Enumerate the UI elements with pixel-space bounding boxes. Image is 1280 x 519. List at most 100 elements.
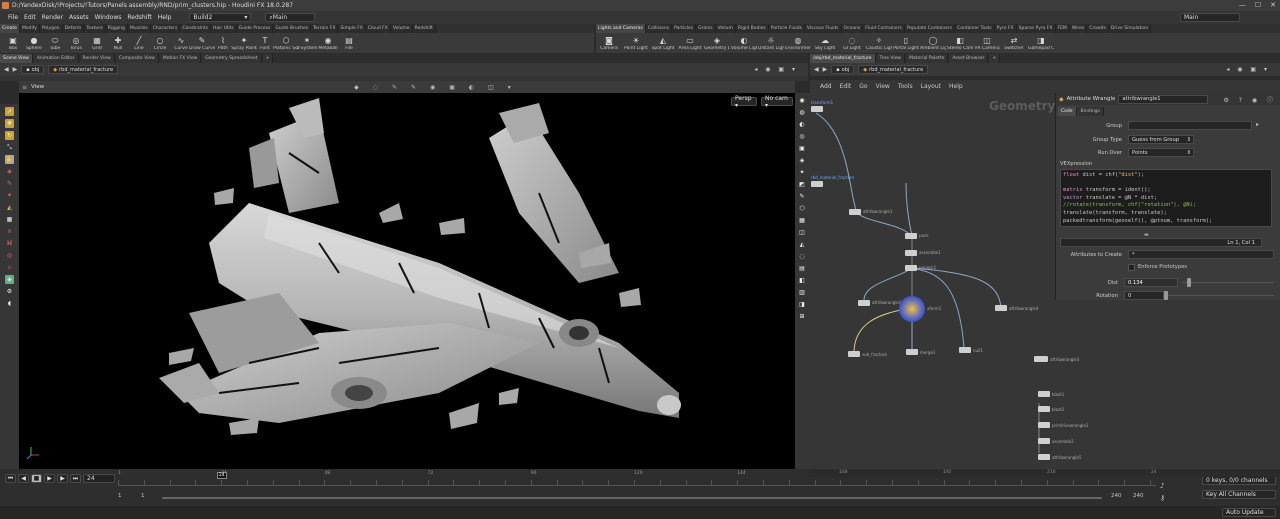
tool-right-button-13[interactable]: ◧Stereo Camera xyxy=(947,36,973,51)
shelf-tab-right-12[interactable]: Pyro FX xyxy=(994,24,1017,33)
tool-right-button-2[interactable]: ◭ Spot Light xyxy=(652,36,675,51)
shelf-tab-left-3[interactable]: Deform xyxy=(62,24,85,33)
net-menu-0[interactable]: Add xyxy=(820,83,832,90)
node-attribwrangle1[interactable] xyxy=(849,209,861,215)
shelf-tab-left-13[interactable]: Simple FX xyxy=(338,24,366,33)
dist-slider-handle[interactable] xyxy=(1187,278,1192,287)
current-frame-field[interactable]: 24 xyxy=(83,474,115,483)
snap-icon[interactable]: ✦ xyxy=(5,191,14,200)
tab-code[interactable]: Code xyxy=(1058,107,1077,116)
shelf-tab-right-10[interactable]: Populate Containers xyxy=(904,24,956,33)
tool-right-button-4[interactable]: ◈Geometry Light xyxy=(704,36,730,51)
shelf-tab-left-2[interactable]: Polygon xyxy=(39,24,63,33)
end-frame-2[interactable]: 240 xyxy=(1133,493,1144,499)
pane-controls-icon[interactable]: ◂ ◉ ▣ ▾ xyxy=(754,66,798,73)
display-icon-4[interactable]: ◎ xyxy=(798,132,807,141)
close-icon[interactable]: ✕ xyxy=(1270,1,1276,9)
tool-left-button-5[interactable]: ✚ Null xyxy=(108,36,128,51)
rotation-slider-handle[interactable] xyxy=(1164,291,1168,300)
range-slider[interactable] xyxy=(162,497,1102,499)
net-menu-4[interactable]: Tools xyxy=(898,83,913,90)
shelf-tab-left-10[interactable]: Guide Process xyxy=(236,24,274,33)
tool-right-button-6[interactable]: ☼ Distant Light xyxy=(758,36,784,51)
shelf-tab-right-17[interactable]: Drive Simulation xyxy=(1108,24,1152,33)
shelf-tab-left-9[interactable]: Hair Utils xyxy=(211,24,237,33)
node-xform1-selected[interactable] xyxy=(899,296,925,322)
right-pane-tab-3[interactable]: Asset Browser xyxy=(949,54,989,63)
display-icon-16[interactable]: ◧ xyxy=(798,276,807,285)
display-icon-8[interactable]: ◩ xyxy=(798,180,807,189)
menu-render[interactable]: Render xyxy=(42,14,63,21)
main-select[interactable]: ⌕ Main xyxy=(265,13,316,22)
settings-icon[interactable]: ⚙ xyxy=(5,287,14,296)
play-icon[interactable]: ▶ xyxy=(44,474,55,483)
shelf-tab-left-16[interactable]: Redshift xyxy=(412,24,436,33)
scale-tool-icon[interactable]: ⤡ xyxy=(5,143,14,152)
node-attribwrangle5[interactable] xyxy=(1038,454,1050,460)
display-icon-14[interactable]: ◌ xyxy=(798,252,807,261)
tool-left-button-11[interactable]: ✦ Spray Paint xyxy=(231,36,257,51)
stop-icon[interactable]: ■ xyxy=(31,474,42,483)
tool-right-button-7[interactable]: ◍Environment Light xyxy=(785,36,811,51)
node-assemble1[interactable] xyxy=(905,250,917,256)
display-icon-9[interactable]: ✎ xyxy=(798,192,807,201)
shelf-tab-right-15[interactable]: Wires xyxy=(1069,24,1088,33)
tool-right-button-15[interactable]: ⇄ Switcher xyxy=(1004,36,1024,51)
shelf-tab-left-8[interactable]: Constraints xyxy=(180,24,212,33)
path-node[interactable]: ◆ rbd_material_fracture xyxy=(48,65,119,74)
rotate-tool-icon[interactable]: ↻ xyxy=(5,131,14,140)
move-tool-icon[interactable]: ✥ xyxy=(5,119,14,128)
node-blast1[interactable] xyxy=(1038,391,1050,397)
shelf-tab-left-6[interactable]: Muscles xyxy=(127,24,151,33)
left-pane-tab-4[interactable]: Motion FX View xyxy=(159,54,202,63)
net-menu-2[interactable]: Go xyxy=(859,83,867,90)
last-frame-icon[interactable]: ⏭ xyxy=(70,474,81,483)
auto-update-select[interactable]: Auto Update xyxy=(1222,508,1276,517)
node-blast2[interactable] xyxy=(1038,406,1050,412)
node-pack[interactable] xyxy=(905,233,917,239)
3d-viewport[interactable]: Persp ▾ No cam ▾ xyxy=(19,93,795,469)
rotation-slider[interactable] xyxy=(1164,291,1274,300)
render-region-icon[interactable]: ▦ xyxy=(5,215,14,224)
node-unpack1[interactable] xyxy=(905,265,917,271)
node-rbd-material-fracture[interactable] xyxy=(811,181,823,187)
net-path-node[interactable]: ◆ rbd_material_fracture xyxy=(858,65,929,74)
shelf-tab-right-3[interactable]: Grains xyxy=(696,24,716,33)
tool-left-button-2[interactable]: ⬭ Tube xyxy=(45,36,65,51)
tool-right-button-12[interactable]: ◯Ambient Light xyxy=(920,36,946,51)
tool-left-button-16[interactable]: ▤ File xyxy=(339,36,359,51)
tool-left-button-8[interactable]: ∿ Curve xyxy=(171,36,191,51)
display-icon-15[interactable]: ▤ xyxy=(798,264,807,273)
step-back-icon[interactable]: ◀ xyxy=(18,474,29,483)
tool-right-button-3[interactable]: ▭ Area Light xyxy=(678,36,701,51)
minimize-icon[interactable]: — xyxy=(1239,1,1246,9)
tool-left-button-3[interactable]: ◎ Torus xyxy=(66,36,86,51)
lasso-icon[interactable]: ◎ xyxy=(5,251,14,260)
tool-left-button-7[interactable]: ○ Circle xyxy=(150,36,170,51)
left-pane-tab-1[interactable]: Animation Editor xyxy=(33,54,79,63)
shelf-tab-left-7[interactable]: Characters xyxy=(150,24,181,33)
shelf-tab-left-0[interactable]: Create xyxy=(0,24,20,33)
shelf-tab-right-2[interactable]: Particles xyxy=(672,24,697,33)
menu-file[interactable]: File xyxy=(8,14,18,21)
maximize-icon[interactable]: ☐ xyxy=(1255,1,1261,9)
group-arrow-icon[interactable]: ▸ xyxy=(1256,121,1259,128)
tool-left-button-10[interactable]: ⌇ Path xyxy=(213,36,233,51)
first-frame-icon[interactable]: ⏮ xyxy=(5,474,16,483)
tool-left-button-13[interactable]: ⬡Platonic Solids xyxy=(273,36,299,51)
node-sub-fracture[interactable] xyxy=(848,351,860,357)
view-tool-icon[interactable]: ◭ xyxy=(5,203,14,212)
tool-left-button-4[interactable]: ▦ Grid xyxy=(87,36,107,51)
node-assemble2[interactable] xyxy=(1038,438,1050,444)
tool-right-button-1[interactable]: ☀ Point Light xyxy=(624,36,648,51)
display-icon-11[interactable]: ▦ xyxy=(798,216,807,225)
left-pane-tab-5[interactable]: Geometry Spreadsheet xyxy=(202,54,262,63)
handle-tool-icon[interactable]: ✋ xyxy=(5,155,14,164)
desktop-select[interactable]: Build2 ▾ xyxy=(189,13,252,22)
menu-edit[interactable]: Edit xyxy=(24,14,36,21)
persp-menu[interactable]: Persp ▾ xyxy=(731,95,757,109)
shelf-tab-right-6[interactable]: Particle Fluids xyxy=(768,24,805,33)
dist-field[interactable]: 0.134 xyxy=(1124,278,1178,287)
menu-help[interactable]: Help xyxy=(158,14,172,21)
display-icon-13[interactable]: ◭ xyxy=(798,240,807,249)
